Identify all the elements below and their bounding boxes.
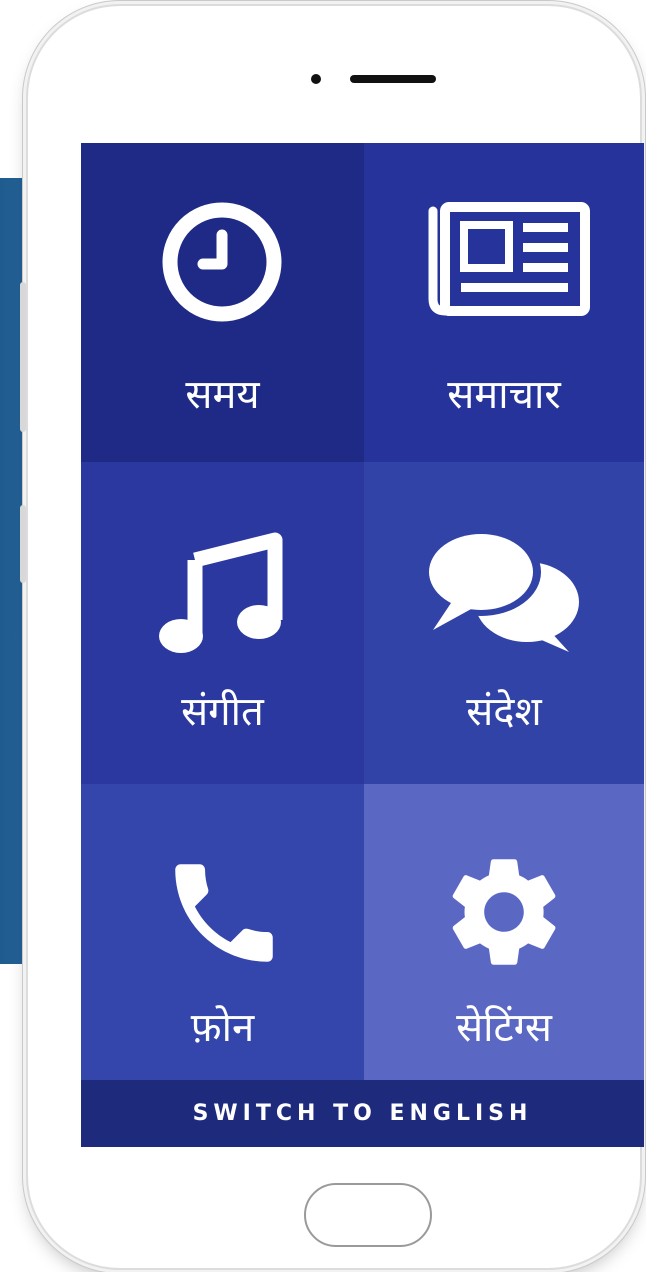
tile-label: समय (185, 372, 260, 418)
newspaper-icon (428, 202, 590, 316)
tile-label: संगीत (181, 689, 264, 735)
tile-news[interactable]: समाचार (364, 143, 644, 462)
tile-music[interactable]: संगीत (81, 462, 364, 784)
switch-language-button[interactable]: SWITCH TO ENGLISH (81, 1080, 644, 1147)
tile-messages[interactable]: संदेश (364, 462, 644, 784)
phone-frame: समय समाचार संगीत संदेश फ़ोन सेटिंग्स SWI… (28, 6, 644, 1268)
phone-icon (175, 864, 273, 962)
side-button-lower (20, 505, 26, 583)
tile-time[interactable]: समय (81, 143, 364, 462)
music-note-icon (159, 532, 283, 653)
earpiece-speaker (350, 75, 436, 83)
chat-bubbles-icon (421, 528, 579, 652)
app-screen: समय समाचार संगीत संदेश फ़ोन सेटिंग्स SWI… (81, 143, 644, 1147)
tile-label: सेटिंग्स (456, 1005, 552, 1051)
tile-settings[interactable]: सेटिंग्स (364, 784, 644, 1080)
tile-phone[interactable]: फ़ोन (81, 784, 364, 1080)
clock-icon (162, 202, 282, 322)
side-button-upper (20, 282, 26, 432)
tile-label: संदेश (466, 689, 542, 735)
front-camera (311, 74, 321, 84)
home-button[interactable] (304, 1183, 432, 1247)
tile-label: समाचार (447, 372, 561, 418)
tile-label: फ़ोन (190, 1005, 255, 1051)
gear-icon (452, 859, 556, 965)
